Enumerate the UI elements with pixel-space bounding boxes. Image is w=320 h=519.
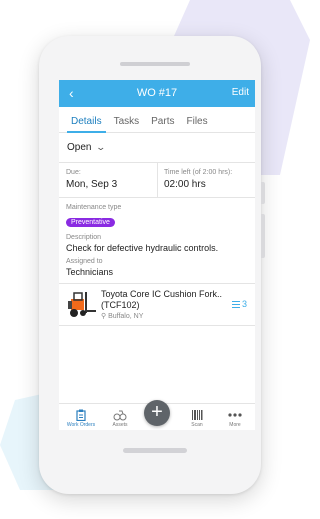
nav-assets[interactable]: Assets xyxy=(102,409,138,428)
details-section: Maintenance type Preventative Descriptio… xyxy=(59,198,255,284)
phone-side-button xyxy=(261,182,265,204)
nav-work-orders[interactable]: Work Orders xyxy=(63,409,99,428)
assets-icon xyxy=(113,410,127,421)
nav-assets-label: Assets xyxy=(112,422,128,428)
clipboard-icon xyxy=(76,409,86,421)
nav-more[interactable]: More xyxy=(217,409,253,428)
tab-parts[interactable]: Parts xyxy=(145,116,180,132)
time-left-value: 02:00 hrs xyxy=(164,179,206,190)
assigned-value: Technicians xyxy=(66,267,114,277)
description-label: Description xyxy=(66,234,102,241)
maintenance-type-badge: Preventative xyxy=(66,218,115,227)
tab-bar: Details Tasks Parts Files xyxy=(59,107,255,133)
dates-section: Due: Mon, Sep 3 Time left (of 2:00 hrs):… xyxy=(59,163,255,198)
assigned-label: Assigned to xyxy=(66,258,103,265)
more-dots-icon xyxy=(228,413,242,417)
asset-name-line2: (TCF102) xyxy=(101,300,140,310)
asset-row[interactable]: Toyota Core IC Cushion Fork.. (TCF102) ⚲… xyxy=(59,284,255,326)
time-left-field[interactable]: Time left (of 2:00 hrs): 02:00 hrs xyxy=(157,163,255,197)
app-screen: ‹ WO #17 Edit Details Tasks Parts Files … xyxy=(59,80,255,430)
pin-icon: ⚲ xyxy=(101,313,107,320)
stage: ‹ WO #17 Edit Details Tasks Parts Files … xyxy=(0,0,310,519)
plus-icon: + xyxy=(151,401,163,423)
maintenance-type-label: Maintenance type xyxy=(66,204,122,211)
tab-details[interactable]: Details xyxy=(65,116,108,133)
time-left-label: Time left (of 2:00 hrs): xyxy=(164,169,233,176)
asset-location-text: Buffalo, NY xyxy=(108,313,144,320)
asset-count[interactable]: 3 xyxy=(231,299,247,309)
nav-scan[interactable]: Scan xyxy=(179,409,215,428)
asset-name-line1: Toyota Core IC Cushion Fork.. xyxy=(101,289,223,299)
status-dropdown[interactable]: Open ⌄ xyxy=(59,133,255,163)
add-button[interactable]: + xyxy=(144,400,170,426)
asset-text: Toyota Core IC Cushion Fork.. (TCF102) ⚲… xyxy=(101,289,222,320)
status-value: Open xyxy=(67,142,92,153)
top-bar: ‹ WO #17 Edit xyxy=(59,80,255,107)
description-value: Check for defective hydraulic controls. xyxy=(66,243,219,253)
due-label: Due: xyxy=(66,169,81,176)
phone-side-button-2 xyxy=(261,214,265,258)
edit-button[interactable]: Edit xyxy=(232,87,249,98)
barcode-icon xyxy=(192,410,203,420)
page-title: WO #17 xyxy=(136,87,178,99)
due-date-field[interactable]: Due: Mon, Sep 3 xyxy=(59,163,157,197)
tab-files[interactable]: Files xyxy=(180,116,213,132)
nav-scan-label: Scan xyxy=(191,422,203,428)
nav-work-orders-label: Work Orders xyxy=(66,422,96,428)
asset-count-value: 3 xyxy=(241,299,247,309)
tab-tasks[interactable]: Tasks xyxy=(108,116,146,132)
list-icon xyxy=(231,300,240,308)
asset-location: ⚲ Buffalo, NY xyxy=(101,312,222,320)
phone-home-indicator xyxy=(123,448,187,453)
nav-more-label: More xyxy=(229,422,241,428)
phone-speaker xyxy=(120,62,190,66)
due-value: Mon, Sep 3 xyxy=(66,179,118,190)
chevron-down-icon: ⌄ xyxy=(95,142,107,152)
bottom-nav: Work Orders Assets + Scan More xyxy=(59,400,255,430)
forklift-icon xyxy=(68,291,96,317)
